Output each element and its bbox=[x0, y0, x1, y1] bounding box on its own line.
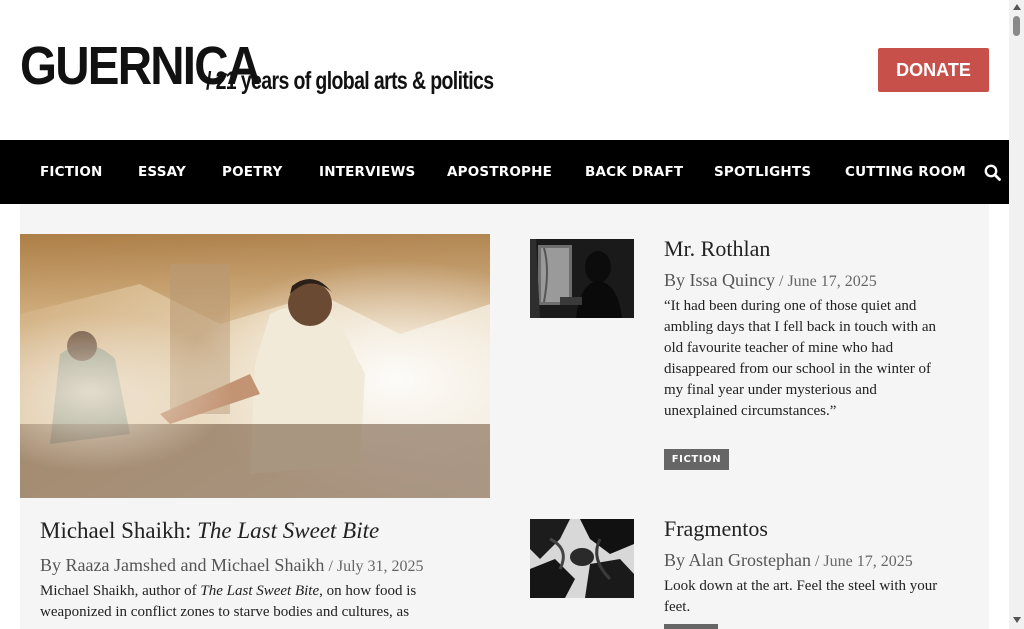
nav-item-cutting-room[interactable]: CUTTING ROOM bbox=[845, 140, 966, 204]
scroll-down-arrow-icon[interactable] bbox=[1013, 617, 1021, 623]
featured-excerpt-italic: The Last Sweet Bite bbox=[200, 583, 320, 599]
featured-excerpt: Michael Shaikh, author of The Last Sweet… bbox=[40, 581, 470, 623]
site-header: GUERNICA / 21 years of global arts & pol… bbox=[0, 0, 1009, 140]
featured-date: / July 31, 2025 bbox=[324, 558, 424, 575]
article-title[interactable]: Mr. Rothlan bbox=[664, 236, 770, 262]
nav-item-fiction[interactable]: FICTION bbox=[40, 140, 103, 204]
main-nav: FICTION ESSAY POETRY INTERVIEWS APOSTROP… bbox=[0, 140, 1009, 204]
nav-item-essay[interactable]: ESSAY bbox=[138, 140, 186, 204]
article-byline: By Alan Grostephan / June 17, 2025 bbox=[664, 550, 913, 571]
article-date: / June 17, 2025 bbox=[810, 553, 913, 570]
article-tag[interactable] bbox=[664, 624, 718, 629]
nav-item-interviews[interactable]: INTERVIEWS bbox=[319, 140, 415, 204]
featured-byline: By Raaza Jamshed and Michael Shaikh / Ju… bbox=[40, 555, 424, 576]
featured-excerpt-part: Michael Shaikh, author of bbox=[40, 583, 201, 599]
article-thumbnail-mr-rothlan[interactable] bbox=[530, 239, 634, 318]
featured-authors[interactable]: Raaza Jamshed and Michael Shaikh bbox=[66, 555, 325, 575]
tag-fiction[interactable]: FICTION bbox=[664, 449, 729, 470]
featured-title-italic: The Last Sweet Bite bbox=[197, 518, 380, 543]
featured-title[interactable]: Michael Shaikh: The Last Sweet Bite bbox=[40, 518, 379, 544]
article-author[interactable]: Issa Quincy bbox=[690, 270, 775, 290]
article-thumbnail-fragmentos[interactable] bbox=[530, 519, 634, 598]
article-byline: By Issa Quincy / June 17, 2025 bbox=[664, 270, 877, 291]
article-excerpt: Look down at the art. Feel the steel wit… bbox=[664, 578, 938, 615]
nav-item-spotlights[interactable]: SPOTLIGHTS bbox=[714, 140, 811, 204]
nav-item-poetry[interactable]: POETRY bbox=[222, 140, 282, 204]
nav-item-back-draft[interactable]: BACK DRAFT bbox=[585, 140, 683, 204]
logo-wordmark: GUERNICA bbox=[20, 36, 261, 96]
article-date: / June 17, 2025 bbox=[775, 273, 877, 290]
article-excerpt: “It had been during one of those quiet a… bbox=[664, 298, 937, 419]
nav-item-apostrophe[interactable]: APOSTROPHE bbox=[447, 140, 552, 204]
byline-by: By bbox=[40, 555, 66, 575]
scrollbar-thumb[interactable] bbox=[1013, 16, 1020, 36]
page-scrollbar[interactable] bbox=[1009, 0, 1024, 629]
byline-by: By bbox=[664, 270, 690, 290]
byline-by: By bbox=[664, 550, 689, 570]
article-title[interactable]: Fragmentos bbox=[664, 516, 768, 542]
featured-image[interactable] bbox=[20, 234, 490, 498]
donate-button[interactable]: DONATE bbox=[878, 48, 989, 92]
search-icon[interactable] bbox=[984, 164, 1001, 181]
article-author[interactable]: Alan Grostephan bbox=[689, 550, 811, 570]
site-logo[interactable]: GUERNICA / 21 years of global arts & pol… bbox=[20, 36, 575, 96]
featured-title-prefix: Michael Shaikh: bbox=[40, 518, 198, 543]
scroll-up-arrow-icon[interactable] bbox=[1013, 4, 1021, 10]
logo-tagline: / 21 years of global arts & politics bbox=[206, 67, 494, 95]
